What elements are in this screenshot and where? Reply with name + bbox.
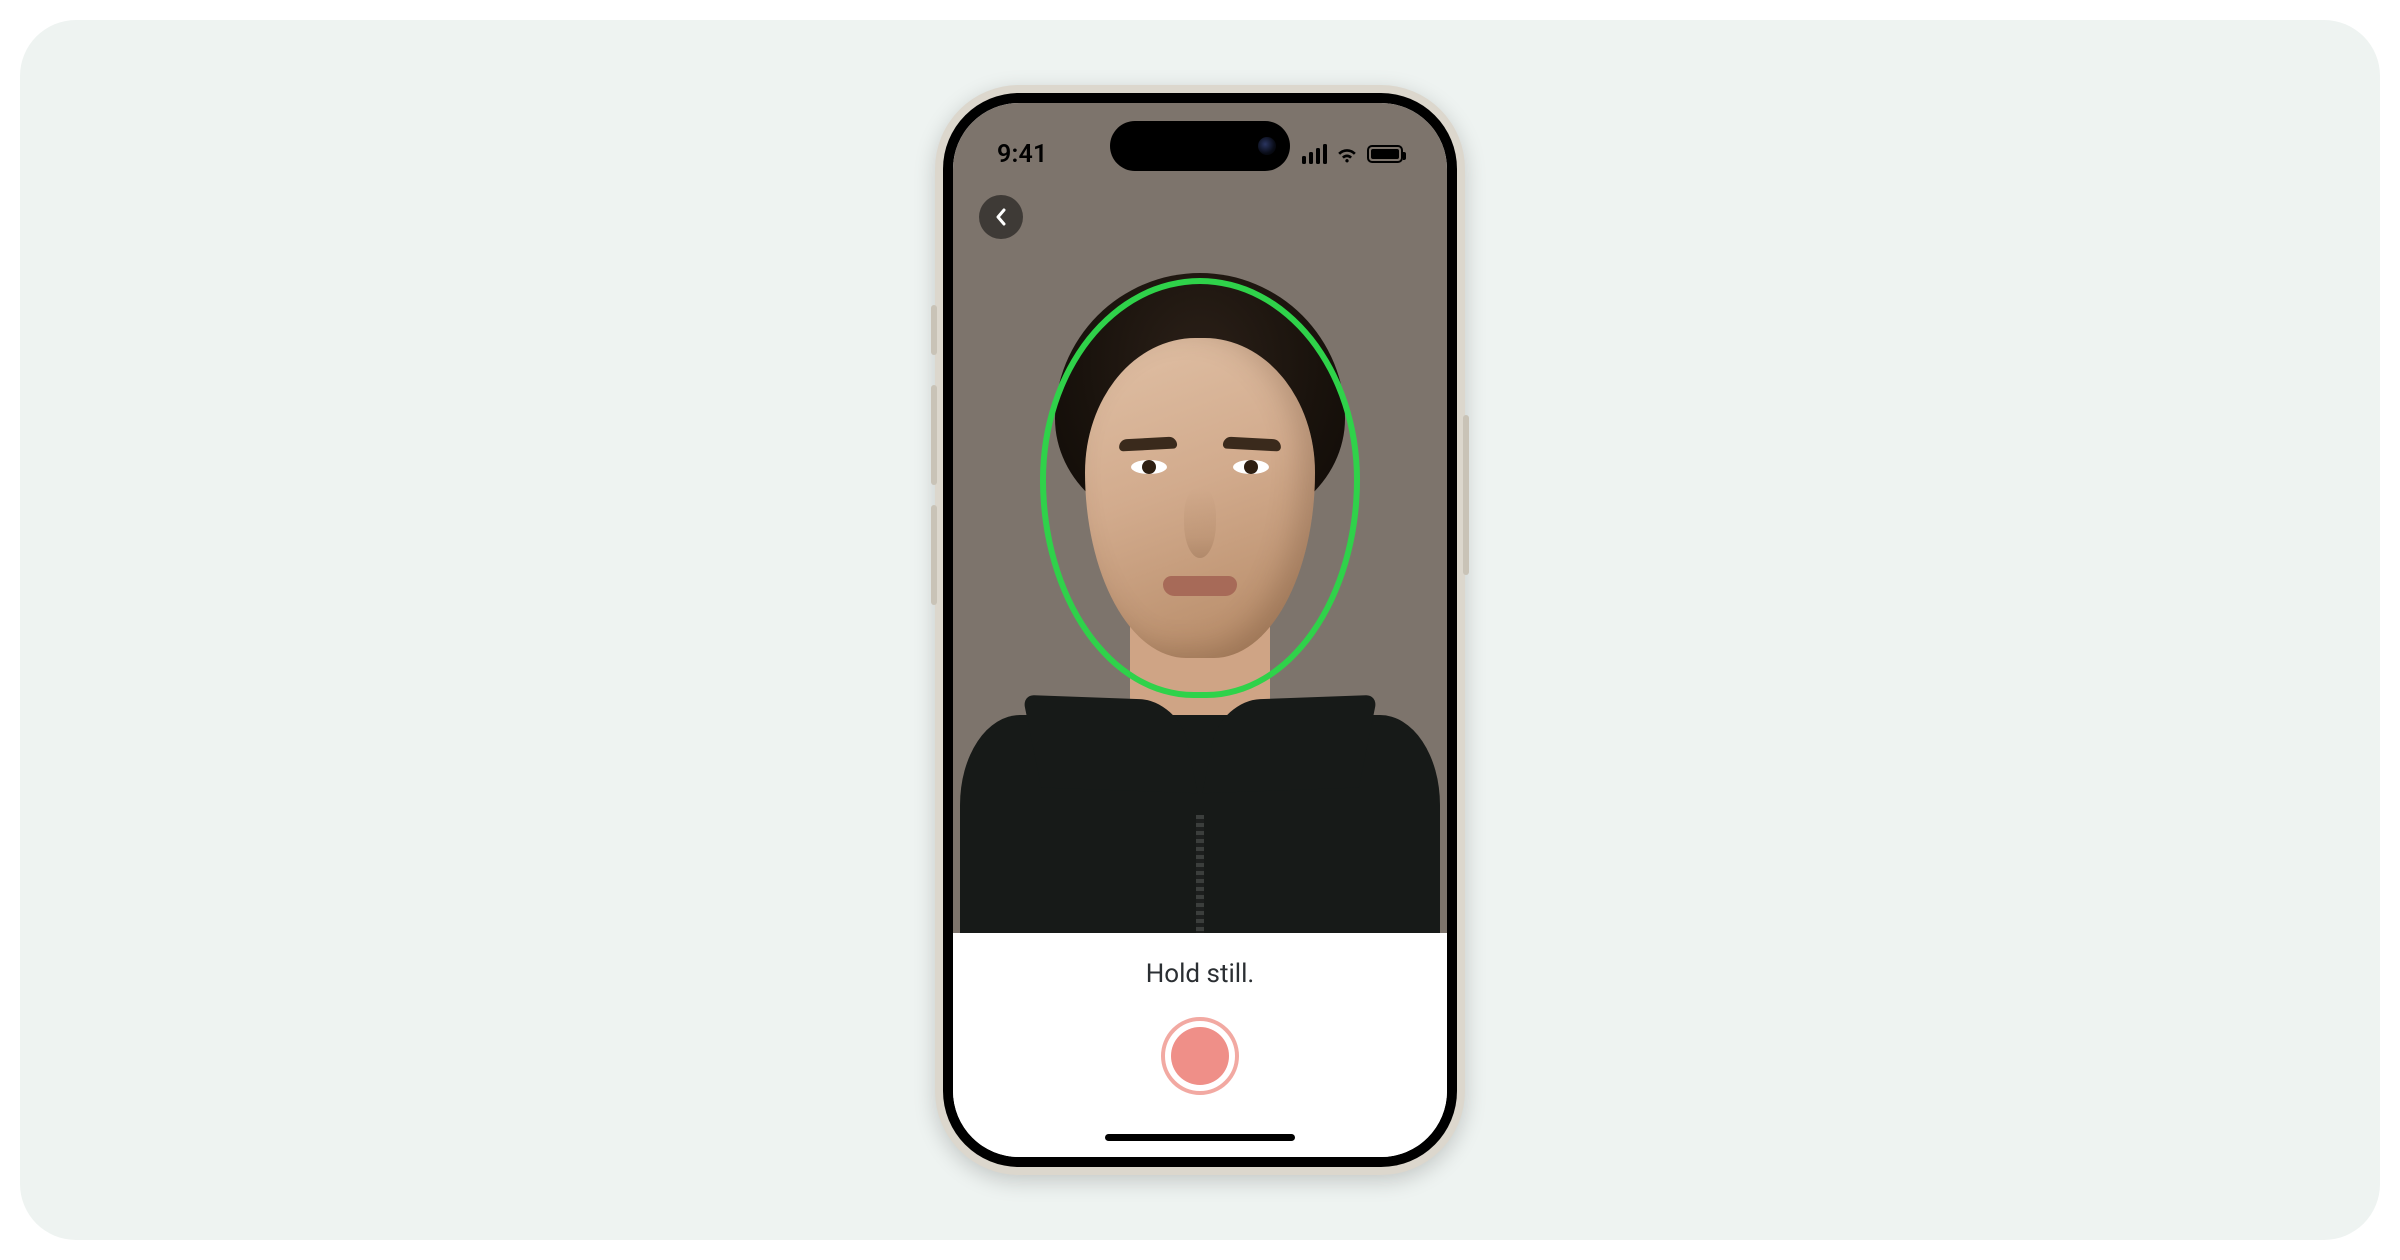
back-button[interactable] <box>979 195 1023 239</box>
face-detection-oval <box>1040 278 1360 698</box>
status-time: 9:41 <box>997 140 1047 169</box>
wifi-icon <box>1335 145 1359 163</box>
status-indicators <box>1302 144 1404 164</box>
home-indicator[interactable] <box>1105 1134 1295 1141</box>
phone-volume-up-button <box>931 385 937 485</box>
phone-frame: 9:41 <box>935 85 1465 1175</box>
phone-side-button <box>931 305 937 355</box>
front-camera-icon <box>1258 137 1276 155</box>
phone-volume-down-button <box>931 505 937 605</box>
capture-button[interactable] <box>1161 1017 1239 1095</box>
instruction-text: Hold still. <box>973 959 1427 989</box>
capture-button-inner <box>1171 1027 1229 1085</box>
bottom-panel: Hold still. <box>953 933 1447 1157</box>
cellular-signal-icon <box>1302 144 1328 164</box>
chevron-left-icon <box>994 208 1008 226</box>
dynamic-island <box>1110 121 1290 171</box>
zipper <box>1196 815 1204 933</box>
phone-bezel: 9:41 <box>943 93 1457 1167</box>
stage-background: 9:41 <box>20 20 2380 1240</box>
phone-power-button <box>1463 415 1469 575</box>
camera-viewfinder <box>953 103 1447 933</box>
battery-icon <box>1367 145 1403 163</box>
person-shirt <box>960 715 1440 933</box>
phone-screen: 9:41 <box>953 103 1447 1157</box>
